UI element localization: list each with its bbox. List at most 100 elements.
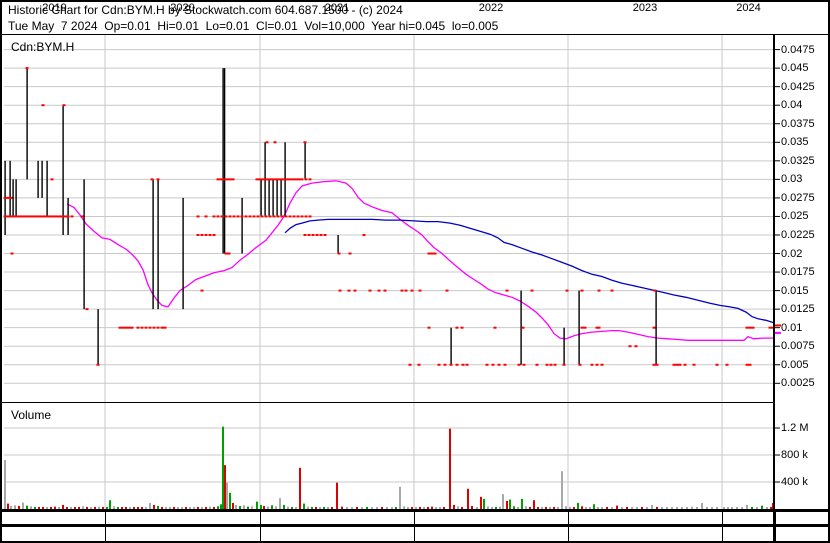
close-mark [224, 252, 228, 255]
xaxis-cell-separator [775, 527, 776, 541]
hilo-price-bar [37, 160, 39, 198]
close-mark [264, 215, 268, 218]
price-axis-label: 0.0175 [781, 266, 815, 279]
close-mark [410, 289, 414, 292]
close-mark [15, 215, 19, 218]
price-axis-label: 0.015 [781, 284, 809, 297]
close-mark [562, 363, 566, 366]
hilo-price-bar [337, 234, 339, 254]
price-axis-label: 0.045 [781, 62, 809, 75]
close-mark [461, 363, 465, 366]
close-mark [256, 215, 260, 218]
close-mark [152, 326, 156, 329]
close-mark [9, 196, 13, 199]
close-mark [273, 141, 277, 144]
hilo-price-bar [268, 179, 270, 217]
close-mark [580, 289, 584, 292]
price-axis-label: 0.0475 [781, 43, 815, 56]
close-mark [6, 215, 10, 218]
xaxis-cell-separator [568, 527, 569, 541]
price-axis-border-line [773, 34, 775, 541]
price-axis-label: 0.025 [781, 210, 809, 223]
hilo-price-bar [152, 179, 154, 310]
close-mark [41, 104, 45, 107]
close-mark [212, 215, 216, 218]
close-mark [228, 178, 232, 181]
short-moving-average-line [66, 180, 773, 341]
close-mark [491, 363, 495, 366]
volume-bar [506, 500, 508, 509]
price-axis-label: 0.04 [781, 99, 803, 112]
price-volume-chart [3, 35, 781, 509]
xaxis-cell-separator [260, 511, 261, 524]
close-mark [610, 289, 614, 292]
close-mark [427, 326, 431, 329]
close-mark [304, 215, 308, 218]
close-mark [445, 289, 449, 292]
close-mark [383, 289, 387, 292]
close-mark [597, 326, 601, 329]
close-mark [288, 178, 292, 181]
close-mark [150, 178, 154, 181]
hilo-price-bar [222, 68, 224, 254]
close-mark [628, 345, 632, 348]
price-volume-divider-line [2, 402, 773, 403]
close-mark [66, 215, 70, 218]
close-mark [430, 252, 434, 255]
close-mark [163, 326, 167, 329]
close-mark [348, 252, 352, 255]
close-mark [485, 363, 489, 366]
price-axis-label: 0.0025 [781, 377, 815, 390]
volume-bar [533, 500, 535, 509]
close-mark [745, 326, 749, 329]
close-mark [208, 233, 212, 236]
close-mark [284, 215, 288, 218]
close-mark [652, 326, 656, 329]
close-mark [408, 363, 412, 366]
close-mark [124, 326, 128, 329]
close-mark [300, 215, 304, 218]
close-mark [280, 215, 284, 218]
xaxis-cell-separator [722, 511, 723, 524]
price-axis-label: 0.005 [781, 358, 809, 371]
close-mark [48, 215, 52, 218]
price-axis-label: 0.0325 [781, 154, 815, 167]
close-mark [303, 233, 307, 236]
close-mark [294, 178, 298, 181]
hilo-price-bar [182, 197, 184, 310]
volume-bottom-line [2, 509, 828, 512]
close-mark [200, 289, 204, 292]
close-mark [252, 215, 256, 218]
xaxis-cell-separator [414, 527, 415, 541]
close-mark [530, 289, 534, 292]
close-mark [311, 233, 315, 236]
close-mark [216, 215, 220, 218]
hilo-price-bar [41, 160, 43, 198]
close-mark [9, 215, 13, 218]
close-mark [42, 215, 46, 218]
price-axis-label: 0.0075 [781, 340, 815, 353]
hilo-price-bar [26, 68, 28, 180]
volume-bar [521, 498, 523, 509]
close-mark [273, 178, 277, 181]
close-mark [51, 215, 55, 218]
close-mark [553, 363, 557, 366]
close-mark [417, 363, 421, 366]
close-mark [597, 289, 601, 292]
year-axis-label: 2024 [736, 2, 761, 14]
close-mark [3, 196, 7, 199]
close-mark [578, 363, 582, 366]
hilo-price-bar [12, 179, 14, 217]
hilo-price-bar [83, 179, 85, 310]
volume-pane-label: Volume [11, 408, 52, 422]
close-mark [600, 363, 604, 366]
price-axis-label: 0.0425 [781, 80, 815, 93]
close-mark [200, 233, 204, 236]
close-mark [156, 326, 160, 329]
close-mark [634, 345, 638, 348]
volume-axis-label: 800 k [781, 449, 808, 461]
close-mark [57, 215, 61, 218]
year-axis-label: 2022 [478, 2, 504, 14]
hilo-price-bar [97, 309, 99, 365]
close-mark [449, 363, 453, 366]
